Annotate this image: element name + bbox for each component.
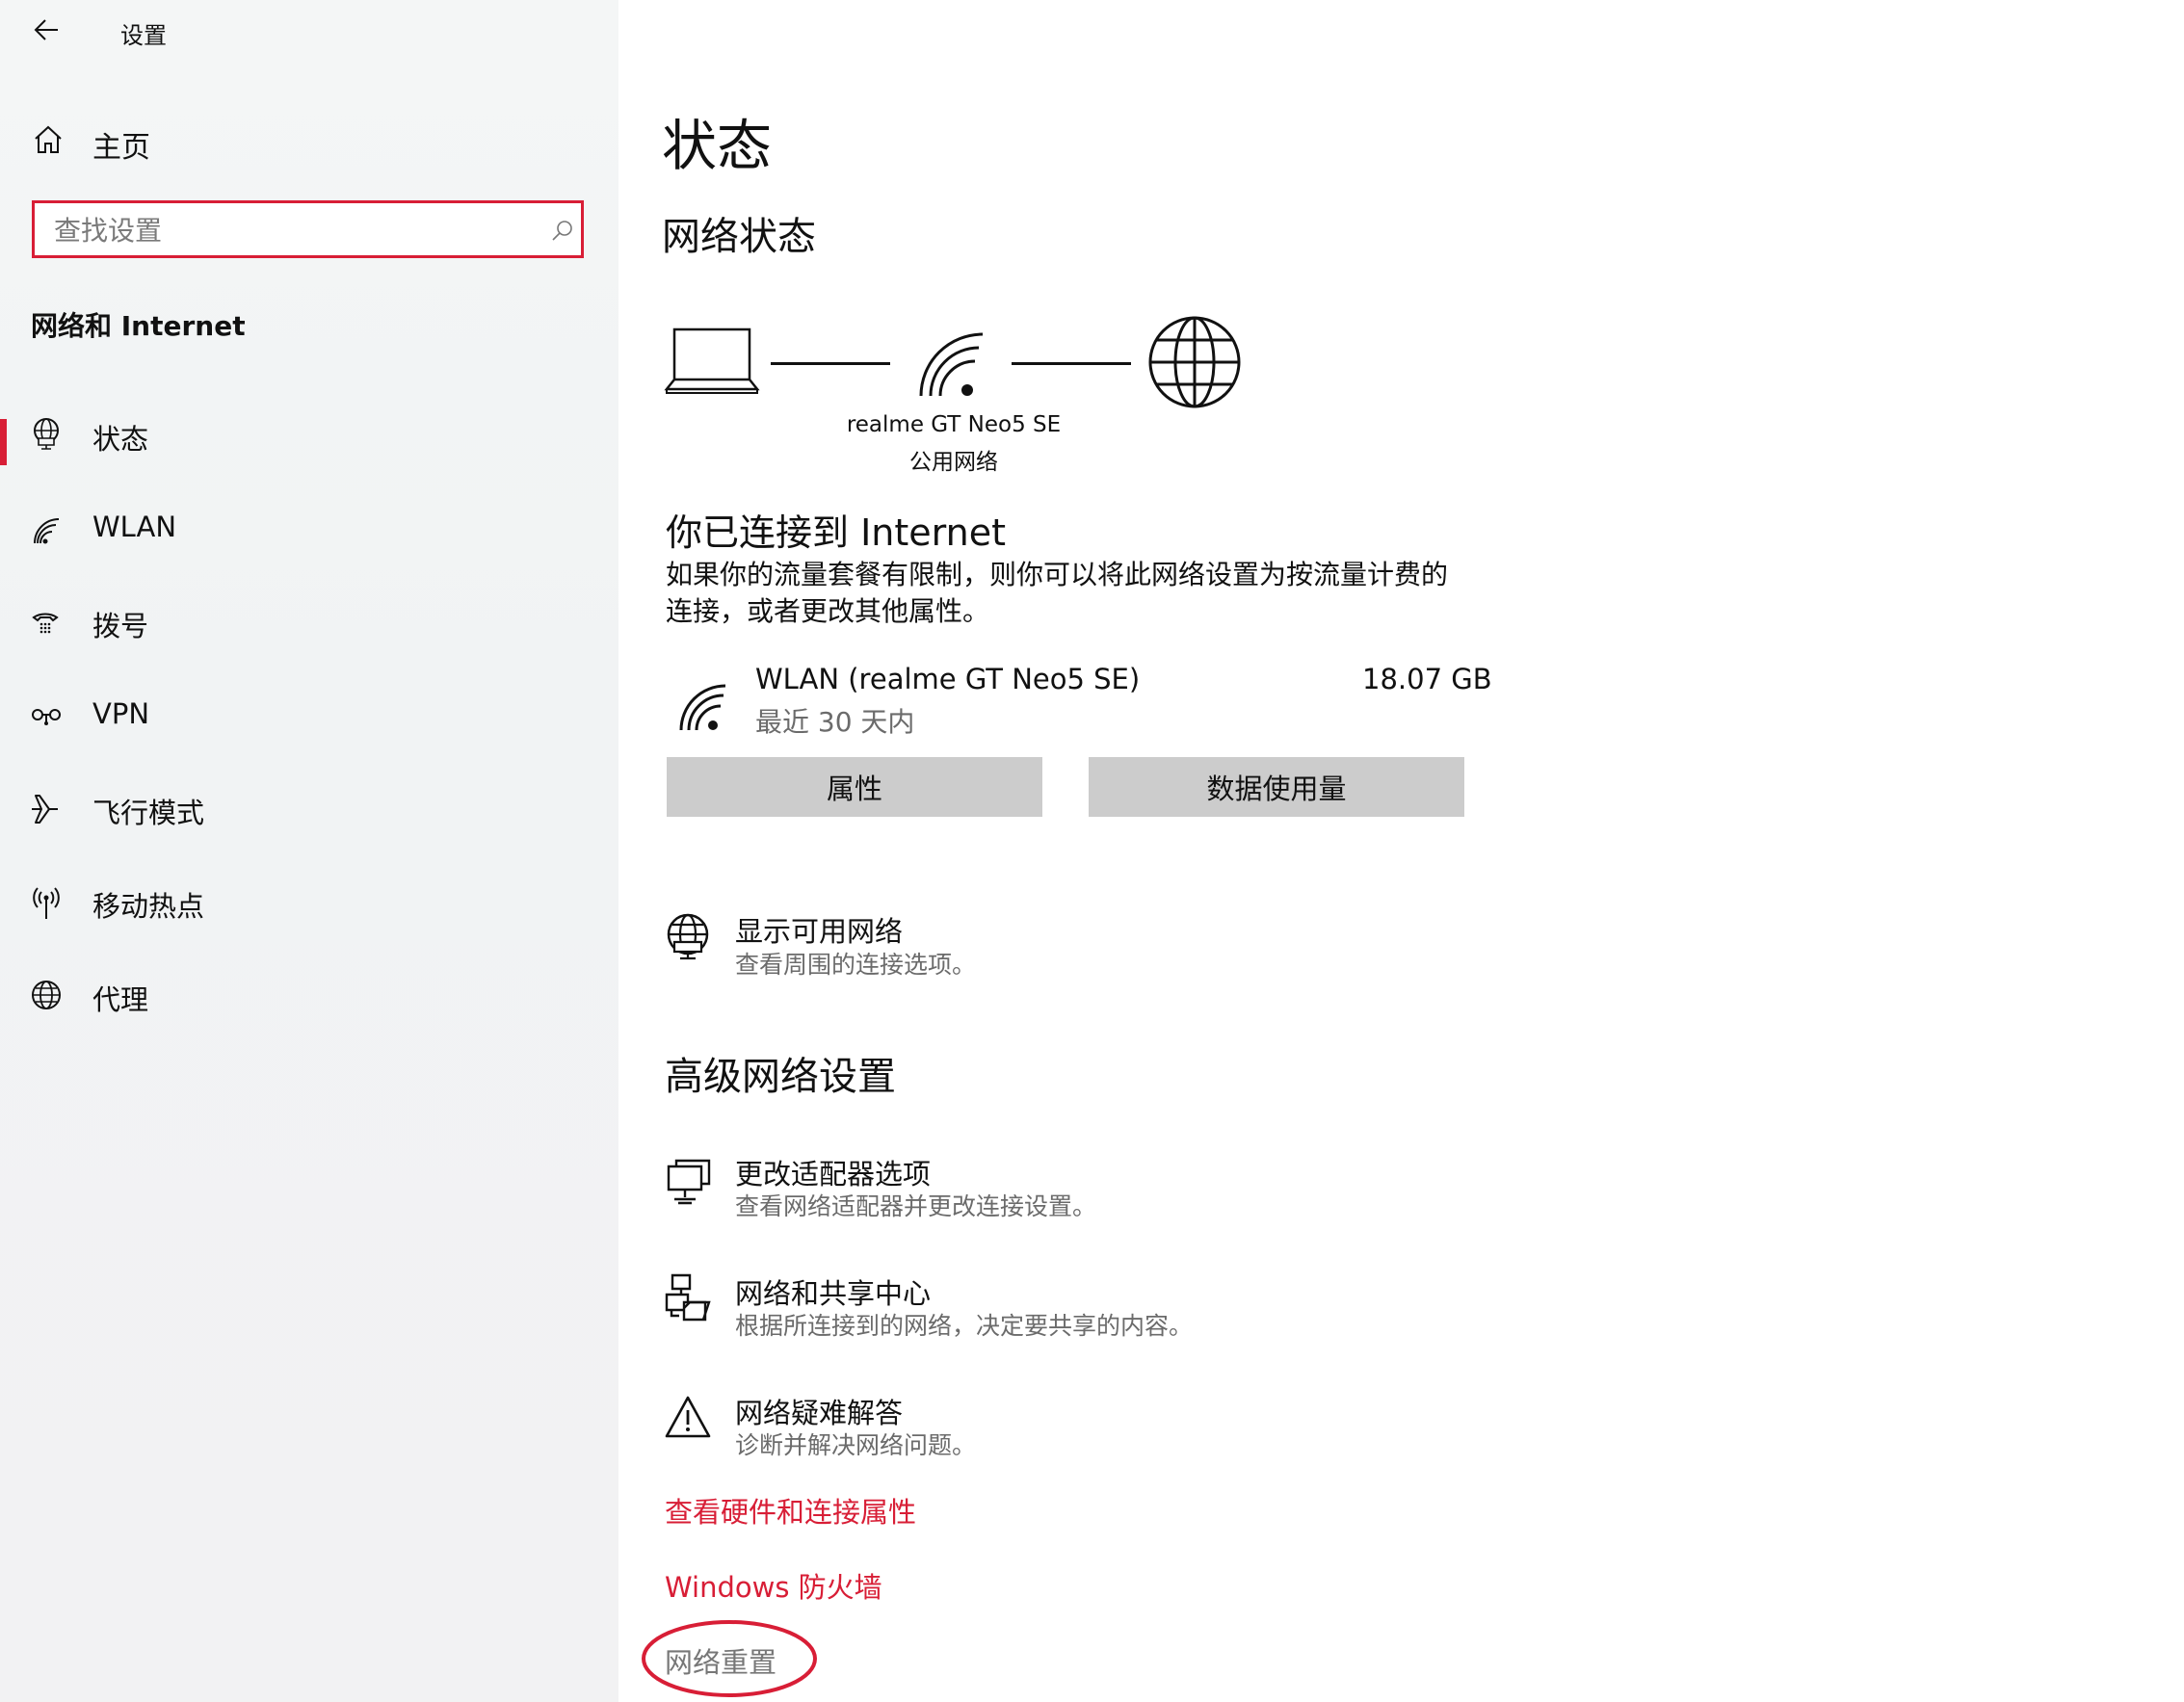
connected-heading: 你已连接到 Internet <box>666 511 1006 554</box>
sidebar-item-wlan[interactable]: WLAN <box>0 491 618 568</box>
sidebar: 设置 主页 网络和 Internet 状态 <box>0 0 618 1702</box>
troubleshoot-title[interactable]: 网络疑难解答 <box>735 1391 903 1431</box>
connection-name: WLAN (realme GT Neo5 SE) <box>755 663 1141 695</box>
adapter-options-subtitle: 查看网络适配器并更改连接设置。 <box>735 1192 1097 1220</box>
network-status-heading: 网络状态 <box>662 215 816 259</box>
data-usage-button[interactable]: 数据使用量 <box>1089 757 1464 817</box>
sidebar-item-label: 移动热点 <box>92 890 205 923</box>
search-box[interactable] <box>32 200 584 258</box>
wifi-icon <box>32 516 61 545</box>
vpn-icon <box>30 707 63 726</box>
sidebar-item-dialup[interactable]: 拨号 <box>0 585 618 662</box>
sidebar-item-hotspot[interactable]: 移动热点 <box>0 865 618 942</box>
sharing-center-title[interactable]: 网络和共享中心 <box>735 1271 931 1312</box>
dialup-icon <box>32 608 59 635</box>
troubleshoot-subtitle: 诊断并解决网络问题。 <box>735 1431 977 1459</box>
annotation-ellipse <box>640 1618 819 1699</box>
sidebar-item-label: 飞行模式 <box>92 797 205 829</box>
sidebar-item-label: 状态 <box>92 423 149 456</box>
sidebar-item-label: 代理 <box>92 983 149 1016</box>
connected-desc-line2: 连接，或者更改其他属性。 <box>666 595 990 627</box>
airplane-icon <box>30 793 63 825</box>
connection-period: 最近 30 天内 <box>755 706 915 738</box>
hotspot-icon <box>30 884 63 921</box>
show-networks-title[interactable]: 显示可用网络 <box>735 909 903 950</box>
connected-desc-line1: 如果你的流量套餐有限制，则你可以将此网络设置为按流量计费的 <box>666 559 1449 590</box>
windows-firewall-link[interactable]: Windows 防火墙 <box>665 1565 882 1606</box>
sidebar-item-label: VPN <box>92 697 150 730</box>
connection-line-left <box>771 362 890 365</box>
window-title: 设置 <box>120 22 167 49</box>
network-type: 公用网络 <box>909 450 998 475</box>
show-networks-subtitle: 查看周围的连接选项。 <box>735 951 977 979</box>
internet-globe-icon <box>1147 315 1242 409</box>
sharing-center-subtitle: 根据所连接到的网络，决定要共享的内容。 <box>735 1312 1194 1340</box>
section-title: 网络和 Internet <box>31 310 246 342</box>
advanced-heading: 高级网络设置 <box>665 1055 896 1099</box>
laptop-icon <box>665 326 759 395</box>
sidebar-item-label: 拨号 <box>92 610 149 642</box>
search-icon[interactable] <box>551 219 574 242</box>
home-link[interactable]: 主页 <box>92 123 150 166</box>
show-networks-icon[interactable] <box>665 913 711 961</box>
status-globe-icon <box>32 417 61 450</box>
hardware-properties-link[interactable]: 查看硬件和连接属性 <box>665 1490 916 1531</box>
sidebar-item-proxy[interactable]: 代理 <box>0 958 618 1035</box>
wifi-connection-icon <box>678 682 730 732</box>
search-input[interactable] <box>52 203 538 257</box>
warning-icon[interactable] <box>665 1395 711 1439</box>
connection-line-right <box>1012 362 1131 365</box>
adapter-icon[interactable] <box>667 1159 711 1205</box>
sidebar-item-label: WLAN <box>92 511 177 543</box>
network-name: realme GT Neo5 SE <box>846 412 1062 437</box>
globe-icon <box>31 980 62 1010</box>
sharing-center-icon[interactable] <box>665 1273 713 1323</box>
selected-indicator <box>0 419 7 465</box>
properties-button[interactable]: 属性 <box>667 757 1042 817</box>
back-arrow-icon[interactable] <box>34 19 59 40</box>
sidebar-item-airplane-mode[interactable]: 飞行模式 <box>0 772 618 849</box>
sidebar-item-vpn[interactable]: VPN <box>0 678 618 755</box>
sidebar-item-status[interactable]: 状态 <box>0 398 618 475</box>
wifi-signal-icon <box>917 330 990 398</box>
connection-usage: 18.07 GB <box>1362 663 1492 695</box>
home-icon[interactable] <box>34 125 63 154</box>
adapter-options-title[interactable]: 更改适配器选项 <box>735 1152 931 1192</box>
page-title: 状态 <box>662 115 772 178</box>
